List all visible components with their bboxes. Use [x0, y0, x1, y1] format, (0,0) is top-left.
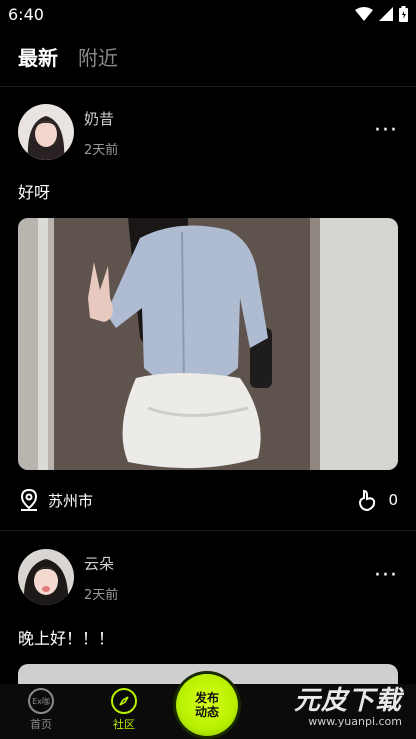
signal-icon — [379, 7, 393, 21]
more-options-icon[interactable]: ··· — [374, 120, 398, 142]
post-card: 奶昔 2天前 ··· 好呀 苏州市 0 — [0, 86, 416, 530]
battery-icon — [399, 6, 408, 22]
finger-heart-icon — [359, 489, 376, 511]
nav-home-label: 首页 — [30, 718, 52, 731]
nav-community-label: 社区 — [113, 718, 135, 731]
post-time: 2天前 — [84, 143, 119, 158]
more-options-icon[interactable]: ··· — [374, 565, 398, 587]
location-pin-icon — [20, 488, 38, 511]
compass-icon — [111, 688, 137, 714]
avatar[interactable] — [18, 549, 74, 605]
feed-tabs: 最新 附近 — [18, 42, 118, 71]
home-icon: Ex咖 — [28, 688, 54, 714]
post-text: 晚上好！！！ — [18, 629, 115, 648]
watermark-brand: 元皮下载 — [293, 686, 402, 716]
wifi-icon — [355, 7, 373, 21]
status-icons — [355, 6, 408, 22]
watermark-url: www.yuanpi.com — [308, 715, 402, 728]
post-username[interactable]: 云朵 — [84, 553, 114, 574]
post-username[interactable]: 奶昔 — [84, 108, 114, 129]
post-location[interactable]: 苏州市 — [48, 490, 93, 511]
nav-community[interactable]: 社区 — [99, 688, 149, 732]
post-photo[interactable] — [18, 218, 398, 470]
watermark: 元皮下载 www.yuanpi.com — [294, 680, 402, 728]
status-time: 6:40 — [8, 5, 44, 24]
status-bar: 6:40 — [0, 0, 416, 30]
avatar[interactable] — [18, 104, 74, 160]
post-footer: 苏州市 0 — [18, 487, 398, 513]
post-card: 云朵 2天前 ··· 晚上好！！！ — [0, 531, 416, 684]
publish-button-label: 发布动态 — [194, 691, 219, 719]
nav-home[interactable]: Ex咖 首页 — [16, 688, 66, 732]
post-time: 2天前 — [84, 588, 119, 603]
like-count: 0 — [388, 491, 398, 509]
publish-button[interactable]: 发布动态 — [176, 674, 238, 736]
tab-nearby[interactable]: 附近 — [78, 42, 118, 71]
tab-latest[interactable]: 最新 — [18, 42, 58, 71]
like-control[interactable]: 0 — [358, 489, 398, 511]
post-text: 好呀 — [18, 183, 51, 202]
